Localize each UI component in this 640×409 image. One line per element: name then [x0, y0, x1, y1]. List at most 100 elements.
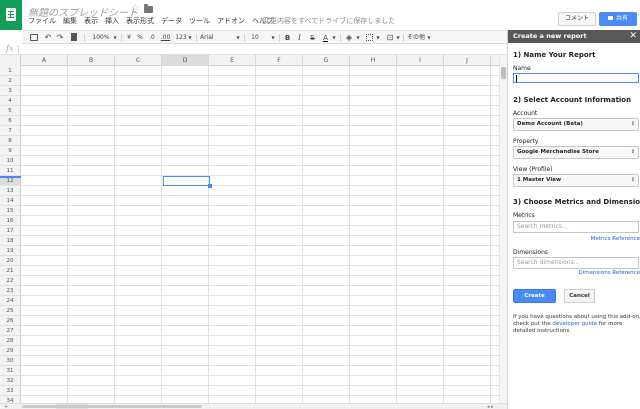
- menu-edit[interactable]: 編集: [63, 16, 77, 26]
- row-header-8[interactable]: 8: [0, 136, 21, 146]
- row-header-25[interactable]: 25: [0, 306, 21, 316]
- select-all-corner[interactable]: [0, 55, 21, 66]
- row-header-17[interactable]: 17: [0, 226, 21, 236]
- row-header-3[interactable]: 3: [0, 86, 21, 96]
- strikethrough-button[interactable]: S: [308, 32, 317, 44]
- freeze-indicator[interactable]: [0, 176, 21, 178]
- number-format-select[interactable]: 123: [175, 32, 187, 44]
- row-header-31[interactable]: 31: [0, 366, 21, 376]
- menu-file[interactable]: ファイル: [28, 16, 56, 26]
- increase-decimal-button[interactable]: .00: [159, 32, 172, 44]
- row-header-22[interactable]: 22: [0, 276, 21, 286]
- font-size-select[interactable]: 10: [250, 32, 260, 44]
- add-sheet-icon[interactable]: +: [4, 404, 8, 409]
- horizontal-scrollbar[interactable]: + ◂ ▸: [0, 403, 507, 409]
- comment-button[interactable]: コメント: [558, 12, 596, 26]
- print-icon[interactable]: [30, 34, 38, 41]
- close-icon[interactable]: ✕: [629, 31, 637, 42]
- text-color-button[interactable]: A: [321, 32, 330, 44]
- row-header-21[interactable]: 21: [0, 266, 21, 276]
- chevron-down-icon[interactable]: ▼: [375, 32, 381, 44]
- star-icon[interactable]: ☆: [131, 3, 140, 14]
- row-header-14[interactable]: 14: [0, 196, 21, 206]
- row-header-34[interactable]: 34: [0, 396, 21, 403]
- row-header-6[interactable]: 6: [0, 116, 21, 126]
- vertical-scroll-thumb[interactable]: [501, 67, 506, 79]
- row-header-11[interactable]: 11: [0, 166, 21, 176]
- chevron-down-icon[interactable]: ▼: [355, 32, 361, 44]
- column-header-b[interactable]: B: [68, 55, 115, 66]
- row-header-33[interactable]: 33: [0, 386, 21, 396]
- share-button[interactable]: 共有: [599, 12, 637, 26]
- scroll-arrows-icon[interactable]: ◂ ▸: [487, 404, 494, 409]
- row-header-15[interactable]: 15: [0, 206, 21, 216]
- cancel-button[interactable]: Cancel: [564, 289, 595, 303]
- borders-icon[interactable]: [366, 34, 373, 41]
- row-header-24[interactable]: 24: [0, 296, 21, 306]
- italic-button[interactable]: I: [295, 32, 304, 44]
- zoom-select[interactable]: 100%: [90, 32, 112, 44]
- undo-icon[interactable]: ↶: [43, 32, 53, 44]
- property-select[interactable]: Google Merchandise Store ⇕: [513, 146, 639, 159]
- row-header-27[interactable]: 27: [0, 326, 21, 336]
- sheets-logo-icon[interactable]: [0, 0, 22, 30]
- column-header-i[interactable]: I: [397, 55, 444, 66]
- row-header-2[interactable]: 2: [0, 76, 21, 86]
- column-header-e[interactable]: E: [209, 55, 256, 66]
- row-header-29[interactable]: 29: [0, 346, 21, 356]
- chevron-down-icon[interactable]: ▼: [331, 32, 337, 44]
- metrics-search-input[interactable]: Search metrics...: [513, 221, 639, 233]
- row-header-30[interactable]: 30: [0, 356, 21, 366]
- create-report-button[interactable]: Create Report: [513, 289, 556, 311]
- menu-format[interactable]: 表示形式: [126, 16, 154, 26]
- fill-color-icon[interactable]: ◈: [345, 34, 353, 42]
- metrics-reference-link[interactable]: Metrics Reference: [591, 236, 640, 242]
- chevron-down-icon[interactable]: ▼: [112, 32, 118, 44]
- menu-addons[interactable]: アドオン: [217, 16, 245, 26]
- font-select[interactable]: Arial: [200, 32, 214, 44]
- row-header-26[interactable]: 26: [0, 316, 21, 326]
- menu-view[interactable]: 表示: [84, 16, 98, 26]
- row-header-32[interactable]: 32: [0, 376, 21, 386]
- row-header-23[interactable]: 23: [0, 286, 21, 296]
- chevron-down-icon[interactable]: ▼: [187, 32, 193, 44]
- dimensions-search-input[interactable]: Search dimensions...: [513, 257, 639, 269]
- row-header-7[interactable]: 7: [0, 126, 21, 136]
- redo-icon[interactable]: ↷: [55, 32, 65, 44]
- view-select[interactable]: 1 Master View ⇕: [513, 174, 639, 187]
- horizontal-scroll-thumb[interactable]: [22, 405, 202, 408]
- row-header-20[interactable]: 20: [0, 256, 21, 266]
- row-header-19[interactable]: 19: [0, 246, 21, 256]
- row-header-9[interactable]: 9: [0, 146, 21, 156]
- row-header-4[interactable]: 4: [0, 96, 21, 106]
- developer-guide-link[interactable]: developer guide: [552, 321, 597, 327]
- cell-grid[interactable]: [21, 66, 500, 403]
- row-header-18[interactable]: 18: [0, 236, 21, 246]
- currency-button[interactable]: ¥: [125, 32, 133, 44]
- bold-button[interactable]: B: [283, 32, 292, 44]
- column-header-g[interactable]: G: [303, 55, 350, 66]
- report-name-input[interactable]: [513, 73, 639, 83]
- decrease-decimal-button[interactable]: .0: [147, 32, 157, 44]
- column-header-f[interactable]: F: [256, 55, 303, 66]
- merge-cells-icon[interactable]: ⊡: [385, 32, 395, 44]
- chevron-down-icon[interactable]: ▼: [235, 32, 241, 44]
- column-header-j[interactable]: J: [444, 55, 491, 66]
- column-header-a[interactable]: A: [21, 55, 68, 66]
- chevron-down-icon[interactable]: ▼: [426, 32, 432, 44]
- more-button[interactable]: その他: [407, 32, 425, 44]
- column-header-c[interactable]: C: [115, 55, 162, 66]
- spreadsheet-grid[interactable]: ABCDEFGHIJ 1 2 3 4 5 6 7 8 9 10 11 12 13 14 15 16 17 18 19…: [0, 55, 507, 403]
- save-status[interactable]: 変更内容をすべてドライブに保存しました: [263, 16, 395, 26]
- formula-bar[interactable]: fx: [0, 44, 507, 55]
- row-header-13[interactable]: 13: [0, 186, 21, 196]
- chevron-down-icon[interactable]: ▼: [395, 32, 401, 44]
- account-select[interactable]: Demo Account (Beta) ⇕: [513, 118, 639, 131]
- chevron-down-icon[interactable]: ▼: [270, 32, 276, 44]
- column-header-d[interactable]: D: [162, 55, 209, 66]
- folder-icon[interactable]: [144, 4, 153, 13]
- column-header-h[interactable]: H: [350, 55, 397, 66]
- row-header-5[interactable]: 5: [0, 106, 21, 116]
- paint-format-icon[interactable]: [71, 33, 77, 41]
- menu-tools[interactable]: ツール: [189, 16, 210, 26]
